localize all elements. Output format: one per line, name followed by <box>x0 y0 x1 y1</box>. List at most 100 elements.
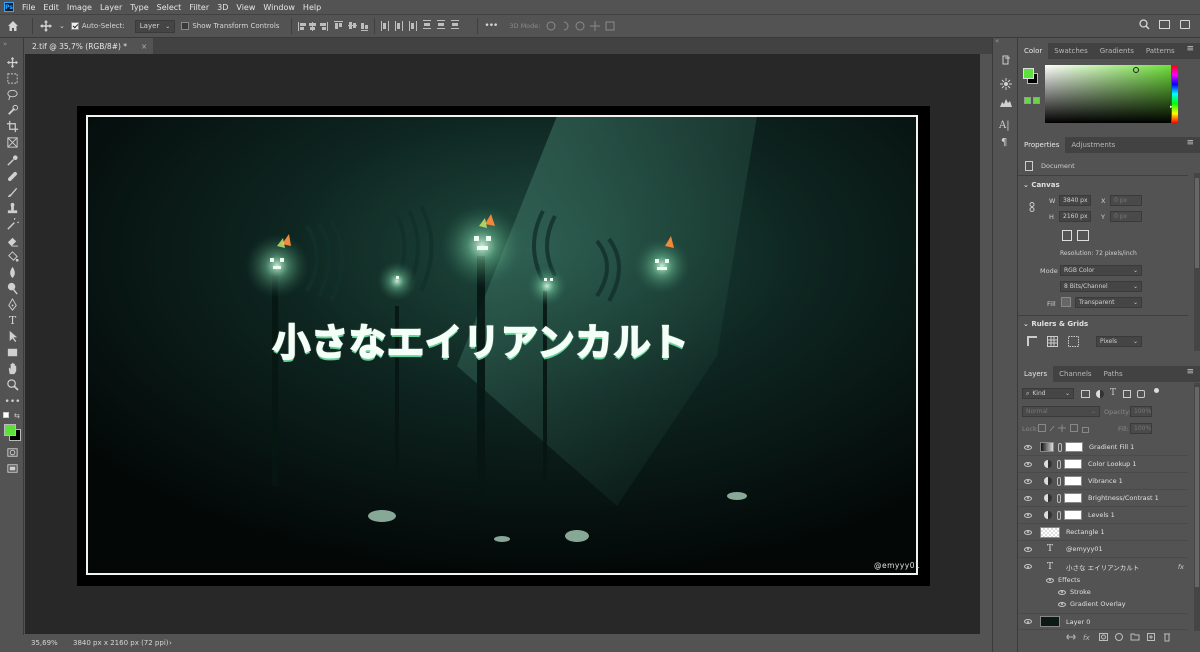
menu-layer[interactable]: Layer <box>100 3 122 12</box>
rulers-section-toggle[interactable]: ⌄ Rulers & Grids <box>1023 320 1088 328</box>
color-picker-cursor[interactable] <box>1133 67 1139 73</box>
histogram-icon[interactable] <box>1000 96 1012 108</box>
visibility-eye-icon[interactable] <box>1024 461 1032 467</box>
menu-edit[interactable]: Edit <box>43 3 59 12</box>
tab-patterns[interactable]: Patterns <box>1140 43 1181 59</box>
history-icon[interactable] <box>1000 54 1012 66</box>
ruler-icon[interactable] <box>1027 336 1038 347</box>
height-field[interactable]: 2160 px <box>1059 211 1091 222</box>
fill-dropdown[interactable]: Transparent ⌄ <box>1075 297 1142 308</box>
layer-mask-thumbnail[interactable] <box>1065 442 1083 452</box>
foreground-color-swatch[interactable] <box>4 424 16 436</box>
tab-swatches[interactable]: Swatches <box>1048 43 1093 59</box>
zoom-level[interactable]: 35,69% <box>31 639 73 647</box>
layer-filter-dropdown[interactable]: ⌕ Kind ⌄ <box>1022 388 1074 399</box>
effects-row[interactable]: Effects <box>1046 576 1080 584</box>
visibility-eye-icon[interactable] <box>1024 619 1032 624</box>
align-buttons-icon[interactable] <box>298 20 369 32</box>
units-dropdown[interactable]: Pixels ⌄ <box>1096 336 1142 347</box>
history-brush-tool-icon[interactable] <box>6 218 19 231</box>
filter-adjustment-icon[interactable] <box>1096 390 1104 398</box>
landscape-orientation-icon[interactable] <box>1077 230 1089 241</box>
status-menu-arrow[interactable]: › <box>169 639 172 647</box>
hue-slider[interactable] <box>1172 65 1178 123</box>
layer-mask-thumbnail[interactable] <box>1064 459 1082 469</box>
screen-mode-icon[interactable] <box>6 462 19 475</box>
hue-slider-handle[interactable]: ▸ <box>1170 104 1173 110</box>
guides-icon[interactable] <box>1068 336 1079 347</box>
web-color-swatch[interactable] <box>1024 97 1031 104</box>
more-options-button[interactable]: ••• <box>484 19 498 33</box>
close-icon[interactable]: × <box>141 42 147 51</box>
layer-mask-thumbnail[interactable] <box>1064 493 1082 503</box>
search-icon[interactable] <box>1139 19 1150 32</box>
menu-file[interactable]: File <box>22 3 35 12</box>
menu-type[interactable]: Type <box>130 3 148 12</box>
color-field[interactable] <box>1045 65 1171 123</box>
menu-help[interactable]: Help <box>303 3 321 12</box>
move-tool-icon[interactable] <box>39 19 53 33</box>
layer-row[interactable]: T @emyyy01 <box>1018 541 1188 558</box>
auto-select-toggle[interactable]: Auto-Select: <box>70 19 125 33</box>
visibility-eye-icon[interactable] <box>1024 478 1032 484</box>
paragraph-icon[interactable]: ¶ <box>1001 137 1007 148</box>
character-icon[interactable]: A| <box>999 120 1010 131</box>
link-dimensions-icon[interactable] <box>1029 202 1035 212</box>
mode-dropdown[interactable]: RGB Color ⌄ <box>1060 265 1142 276</box>
visibility-eye-icon[interactable] <box>1024 529 1032 535</box>
panel-menu-icon[interactable]: ≡ <box>1186 44 1194 54</box>
effect-row[interactable]: Gradient Overlay <box>1058 600 1126 608</box>
visibility-eye-icon[interactable] <box>1024 512 1032 518</box>
hand-tool-icon[interactable] <box>6 362 19 375</box>
visibility-eye-icon[interactable] <box>1024 444 1032 450</box>
default-colors-icon[interactable] <box>3 412 9 418</box>
color-panel-foreground-swatch[interactable] <box>1023 68 1034 79</box>
layers-bottom-toolbar-icon[interactable]: fx <box>1066 632 1182 642</box>
layer-row[interactable]: Layer 0 <box>1018 613 1188 630</box>
clone-stamp-tool-icon[interactable] <box>6 202 19 215</box>
visibility-eye-icon[interactable] <box>1046 577 1054 583</box>
fill-swatch[interactable] <box>1061 297 1071 307</box>
quick-selection-tool-icon[interactable] <box>6 104 19 117</box>
distribute-buttons-icon[interactable] <box>381 20 471 32</box>
path-selection-tool-icon[interactable] <box>6 330 19 343</box>
tab-channels[interactable]: Channels <box>1053 366 1097 382</box>
zoom-tool-icon[interactable] <box>6 378 19 391</box>
auto-select-checkbox[interactable] <box>70 22 79 30</box>
tab-properties[interactable]: Properties <box>1018 137 1066 153</box>
filter-type-icon[interactable]: T <box>1110 388 1116 398</box>
document-tab[interactable]: 2.tif @ 35,7% (RGB/8#) * × <box>25 38 153 54</box>
tab-layers[interactable]: Layers <box>1018 366 1054 382</box>
document-canvas[interactable]: 小さなエイリアンカルト @emyyy01 <box>77 106 930 586</box>
collapse-toolbar-icon[interactable]: » <box>3 40 7 48</box>
collapse-panels-icon[interactable]: « <box>995 37 999 45</box>
panel-menu-icon[interactable]: ≡ <box>1186 138 1194 148</box>
layer-row[interactable]: Levels 1 <box>1018 507 1188 524</box>
tab-paths[interactable]: Paths <box>1098 366 1129 382</box>
filter-smart-object-icon[interactable] <box>1137 390 1145 398</box>
layer-row[interactable]: T 小さな エイリアンカルト fx <box>1018 558 1188 575</box>
canvas-section-toggle[interactable]: ⌄ Canvas <box>1023 181 1060 189</box>
home-icon[interactable] <box>6 19 20 33</box>
layer-row[interactable]: Rectangle 1 <box>1018 524 1188 541</box>
fx-icon[interactable]: fx <box>1178 563 1184 571</box>
filter-toggle-icon[interactable] <box>1154 388 1159 393</box>
visibility-eye-icon[interactable] <box>1024 495 1032 501</box>
show-transform-toggle[interactable]: Show Transform Controls <box>181 19 279 33</box>
menu-view[interactable]: View <box>236 3 255 12</box>
bit-depth-dropdown[interactable]: 8 Bits/Channel ⌄ <box>1060 281 1142 292</box>
effect-row[interactable]: Stroke <box>1058 588 1091 596</box>
show-transform-checkbox[interactable] <box>181 22 190 30</box>
menu-image[interactable]: Image <box>67 3 92 12</box>
type-tool-icon[interactable]: T <box>6 314 19 327</box>
swap-colors-icon[interactable]: ⇆ <box>14 412 20 420</box>
layer-row[interactable]: Color Lookup 1 <box>1018 456 1188 473</box>
layer-row[interactable]: Vibrance 1 <box>1018 473 1188 490</box>
portrait-orientation-icon[interactable] <box>1062 230 1072 241</box>
menu-filter[interactable]: Filter <box>189 3 209 12</box>
visibility-eye-icon[interactable] <box>1024 564 1032 569</box>
healing-brush-tool-icon[interactable] <box>6 170 19 183</box>
layers-scrollbar[interactable] <box>1194 383 1200 631</box>
menu-window[interactable]: Window <box>263 3 295 12</box>
filter-pixel-icon[interactable] <box>1081 390 1090 398</box>
